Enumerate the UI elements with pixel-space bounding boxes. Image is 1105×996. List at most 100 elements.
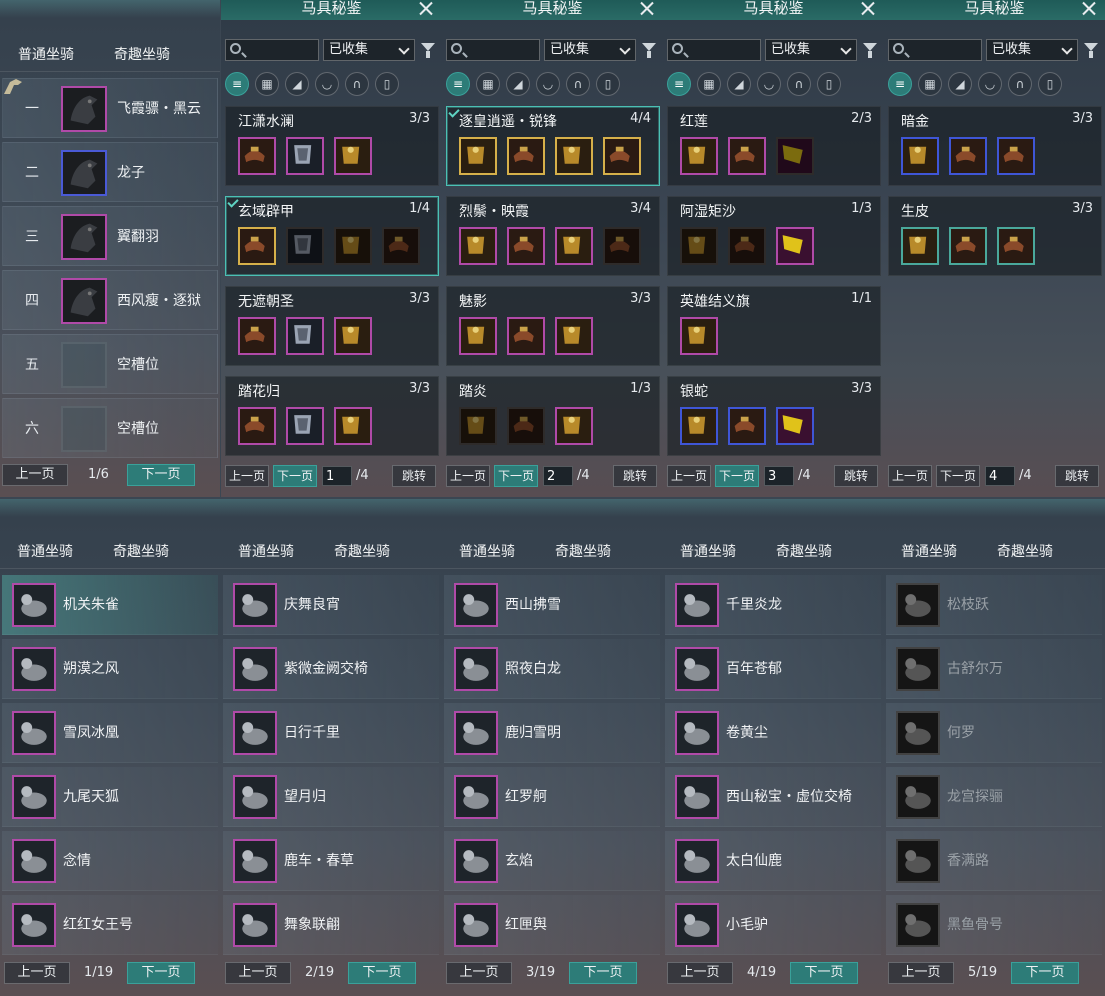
list-icon[interactable]: ≡ (667, 72, 691, 96)
tab-fun-mounts[interactable]: 奇趣坐骑 (114, 38, 170, 72)
fun-mount-row[interactable]: 雪凤冰凰 (2, 703, 218, 763)
tack-piece-icon[interactable] (680, 227, 718, 265)
fun-mount-row[interactable]: 松枝跃 (886, 575, 1102, 635)
saddle-icon[interactable]: ◢ (506, 72, 530, 96)
next-page-button[interactable]: 下一页 (569, 962, 637, 984)
tack-piece-icon[interactable] (334, 317, 372, 355)
tack-piece-icon[interactable] (238, 407, 276, 445)
fun-mount-row[interactable]: 百年苍郁 (665, 639, 881, 699)
armor-icon[interactable]: ▯ (596, 72, 620, 96)
search-input[interactable] (667, 39, 761, 61)
next-page-button[interactable]: 下一页 (127, 464, 195, 486)
tack-piece-icon[interactable] (507, 317, 545, 355)
tack-piece-icon[interactable] (286, 407, 324, 445)
tack-piece-icon[interactable] (949, 137, 987, 175)
tack-piece-icon[interactable] (555, 407, 593, 445)
shield-icon[interactable]: ◡ (536, 72, 560, 96)
horseshoe-icon[interactable]: ∩ (566, 72, 590, 96)
tab-fun-mounts[interactable]: 奇趣坐骑 (334, 535, 390, 569)
tab-normal-mounts[interactable]: 普通坐骑 (459, 535, 515, 569)
filter-icon[interactable] (421, 43, 435, 58)
tack-set-card[interactable]: 银蛇 3/3 (667, 376, 881, 456)
shield-icon[interactable]: ◡ (757, 72, 781, 96)
jump-button[interactable]: 跳转 (1055, 465, 1099, 487)
tab-fun-mounts[interactable]: 奇趣坐骑 (113, 535, 169, 569)
tack-piece-icon[interactable] (555, 317, 593, 355)
jump-button[interactable]: 跳转 (613, 465, 657, 487)
saddle-icon[interactable]: ◢ (285, 72, 309, 96)
tack-piece-icon[interactable] (507, 407, 545, 445)
fun-mount-row[interactable]: 千里炎龙 (665, 575, 881, 635)
prev-page-button[interactable]: 上一页 (225, 962, 291, 984)
tab-normal-mounts[interactable]: 普通坐骑 (238, 535, 294, 569)
armor-icon[interactable]: ▯ (1038, 72, 1062, 96)
fun-mount-row[interactable]: 何罗 (886, 703, 1102, 763)
tack-set-card[interactable]: 逐皇逍遥・锐锋 4/4 (446, 106, 660, 186)
fun-mount-row[interactable]: 小毛驴 (665, 895, 881, 955)
tack-piece-icon[interactable] (901, 227, 939, 265)
tack-piece-icon[interactable] (603, 137, 641, 175)
mount-slot-row[interactable]: 五 空槽位 (2, 334, 218, 394)
tack-piece-icon[interactable] (776, 407, 814, 445)
tack-piece-icon[interactable] (459, 317, 497, 355)
tack-piece-icon[interactable] (334, 227, 372, 265)
page-number-input[interactable] (543, 466, 573, 486)
tack-set-card[interactable]: 踏炎 1/3 (446, 376, 660, 456)
filter-icon[interactable] (1084, 43, 1098, 58)
tack-piece-icon[interactable] (459, 407, 497, 445)
fun-mount-row[interactable]: 太白仙鹿 (665, 831, 881, 891)
tab-fun-mounts[interactable]: 奇趣坐骑 (997, 535, 1053, 569)
shield-icon[interactable]: ◡ (315, 72, 339, 96)
search-input[interactable] (888, 39, 982, 61)
tack-piece-icon[interactable] (238, 227, 276, 265)
tack-set-card[interactable]: 暗金 3/3 (888, 106, 1102, 186)
mount-slot-row[interactable]: 六 空槽位 (2, 398, 218, 458)
tack-piece-icon[interactable] (728, 137, 766, 175)
tack-piece-icon[interactable] (997, 227, 1035, 265)
list-icon[interactable]: ≡ (225, 72, 249, 96)
next-page-button[interactable]: 下一页 (936, 465, 980, 487)
fun-mount-row[interactable]: 西山秘宝・虚位交椅 (665, 767, 881, 827)
armor-icon[interactable]: ▯ (375, 72, 399, 96)
horseshoe-icon[interactable]: ∩ (1008, 72, 1032, 96)
collection-filter-dropdown[interactable]: 已收集 (323, 39, 415, 61)
tack-piece-icon[interactable] (997, 137, 1035, 175)
tab-fun-mounts[interactable]: 奇趣坐骑 (776, 535, 832, 569)
tack-piece-icon[interactable] (949, 227, 987, 265)
close-icon[interactable] (639, 0, 655, 16)
page-number-input[interactable] (764, 466, 794, 486)
tack-piece-icon[interactable] (459, 137, 497, 175)
prev-page-button[interactable]: 上一页 (446, 962, 512, 984)
tack-set-card[interactable]: 烈鬃・映霞 3/4 (446, 196, 660, 276)
fun-mount-row[interactable]: 朔漠之风 (2, 639, 218, 699)
next-page-button[interactable]: 下一页 (1011, 962, 1079, 984)
grid-icon[interactable]: ▦ (476, 72, 500, 96)
fun-mount-row[interactable]: 红红女王号 (2, 895, 218, 955)
tack-piece-icon[interactable] (555, 137, 593, 175)
fun-mount-row[interactable]: 鹿归雪明 (444, 703, 660, 763)
tack-piece-icon[interactable] (603, 227, 641, 265)
fun-mount-row[interactable]: 玄焰 (444, 831, 660, 891)
saddle-icon[interactable]: ◢ (948, 72, 972, 96)
fun-mount-row[interactable]: 日行千里 (223, 703, 439, 763)
search-input[interactable] (225, 39, 319, 61)
fun-mount-row[interactable]: 鹿车・春草 (223, 831, 439, 891)
tack-set-card[interactable]: 红莲 2/3 (667, 106, 881, 186)
collection-filter-dropdown[interactable]: 已收集 (544, 39, 636, 61)
next-page-button[interactable]: 下一页 (715, 465, 759, 487)
fun-mount-row[interactable]: 红罗舸 (444, 767, 660, 827)
prev-page-button[interactable]: 上一页 (888, 465, 932, 487)
tack-piece-icon[interactable] (680, 137, 718, 175)
tab-normal-mounts[interactable]: 普通坐骑 (17, 535, 73, 569)
tack-set-card[interactable]: 阿湿矩沙 1/3 (667, 196, 881, 276)
tack-piece-icon[interactable] (680, 407, 718, 445)
fun-mount-row[interactable]: 机关朱雀 (2, 575, 218, 635)
tack-piece-icon[interactable] (776, 137, 814, 175)
next-page-button[interactable]: 下一页 (127, 962, 195, 984)
grid-icon[interactable]: ▦ (918, 72, 942, 96)
tack-piece-icon[interactable] (507, 227, 545, 265)
fun-mount-row[interactable]: 紫微金阙交椅 (223, 639, 439, 699)
armor-icon[interactable]: ▯ (817, 72, 841, 96)
fun-mount-row[interactable]: 九尾天狐 (2, 767, 218, 827)
next-page-button[interactable]: 下一页 (494, 465, 538, 487)
